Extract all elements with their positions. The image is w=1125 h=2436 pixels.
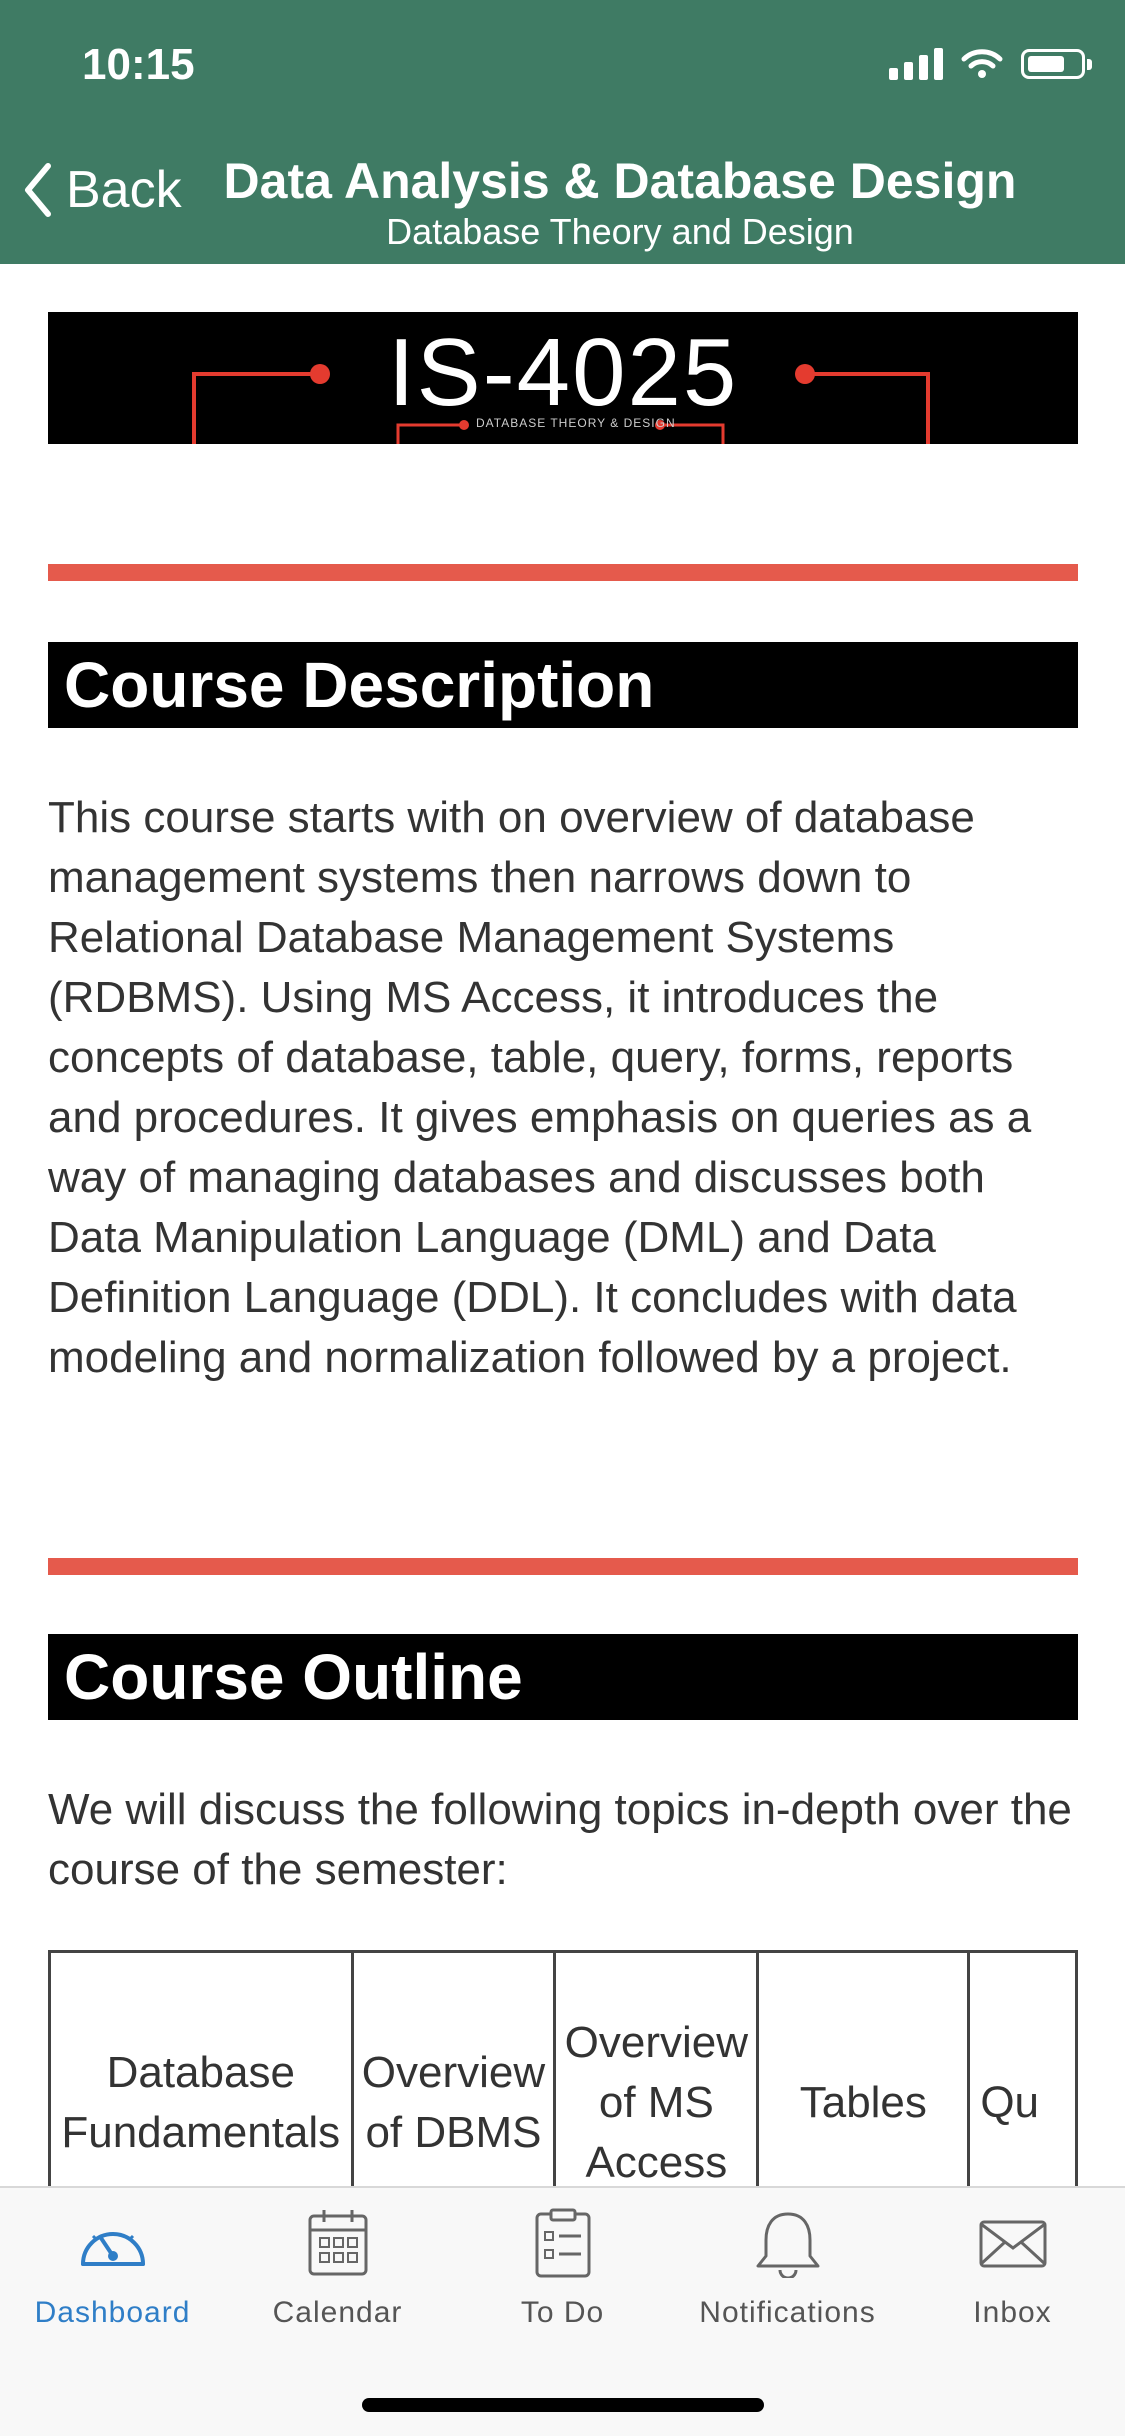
tab-calendar[interactable]: Calendar — [225, 2208, 450, 2330]
course-outline-heading: Course Outline — [48, 1634, 1078, 1720]
course-code: IS-4025 — [388, 319, 739, 426]
chevron-left-icon — [25, 163, 51, 217]
tab-todo[interactable]: To Do — [450, 2208, 675, 2330]
table-cell: Database Fundamentals — [48, 1950, 354, 2186]
calendar-icon — [308, 2210, 367, 2276]
home-indicator[interactable] — [362, 2398, 764, 2412]
table-cell: Qu — [967, 1950, 1078, 2186]
tab-notifications[interactable]: Notifications — [675, 2208, 900, 2330]
dashboard-icon — [80, 2232, 145, 2266]
envelope-icon — [979, 2220, 1046, 2268]
status-time: 10:15 — [82, 40, 195, 89]
title-block: Data Analysis & Database Design Database… — [220, 150, 1020, 252]
divider-rule — [48, 564, 1078, 581]
battery-icon — [1021, 49, 1092, 79]
nav-header: 10:15 Back Data Analysis & Database Desi… — [0, 0, 1125, 264]
todo-icon — [535, 2208, 590, 2278]
table-cell: Overview of MS Access — [553, 1950, 760, 2186]
course-outline-intro: We will discuss the following topics in-… — [48, 1785, 1072, 1894]
back-button[interactable]: Back — [22, 160, 182, 220]
course-description-heading: Course Description — [48, 642, 1078, 728]
signal-icon — [889, 48, 943, 80]
table-row: Database Fundamentals Overview of DBMS O… — [48, 1950, 1078, 2186]
tab-label: Calendar — [272, 2296, 403, 2329]
content-scroll[interactable]: IS-4025 DATABASE THEORY & DESIGN Course … — [48, 264, 1078, 2186]
status-icons — [889, 48, 1092, 80]
page-subtitle: Database Theory and Design — [386, 211, 854, 252]
table-cell: Tables — [756, 1950, 971, 2186]
tab-dashboard[interactable]: Dashboard — [0, 2208, 225, 2330]
wifi-icon — [961, 49, 1003, 78]
tab-label: Dashboard — [34, 2296, 191, 2329]
tab-label: Inbox — [973, 2296, 1052, 2329]
course-outline-table: Database Fundamentals Overview of DBMS O… — [48, 1950, 1078, 2186]
tab-inbox[interactable]: Inbox — [900, 2208, 1125, 2330]
bell-icon — [756, 2212, 819, 2278]
tab-label: To Do — [520, 2296, 605, 2329]
banner-subtitle: DATABASE THEORY & DESIGN — [476, 416, 676, 430]
tab-label: Notifications — [699, 2296, 876, 2329]
course-description-text: This course starts with on overview of d… — [48, 793, 1032, 1382]
table-cell: Overview of DBMS — [350, 1950, 557, 2186]
page-title: Data Analysis & Database Design — [223, 153, 1017, 209]
divider-rule — [48, 1558, 1078, 1575]
back-label: Back — [66, 161, 182, 219]
course-banner: IS-4025 DATABASE THEORY & DESIGN — [48, 312, 1078, 444]
